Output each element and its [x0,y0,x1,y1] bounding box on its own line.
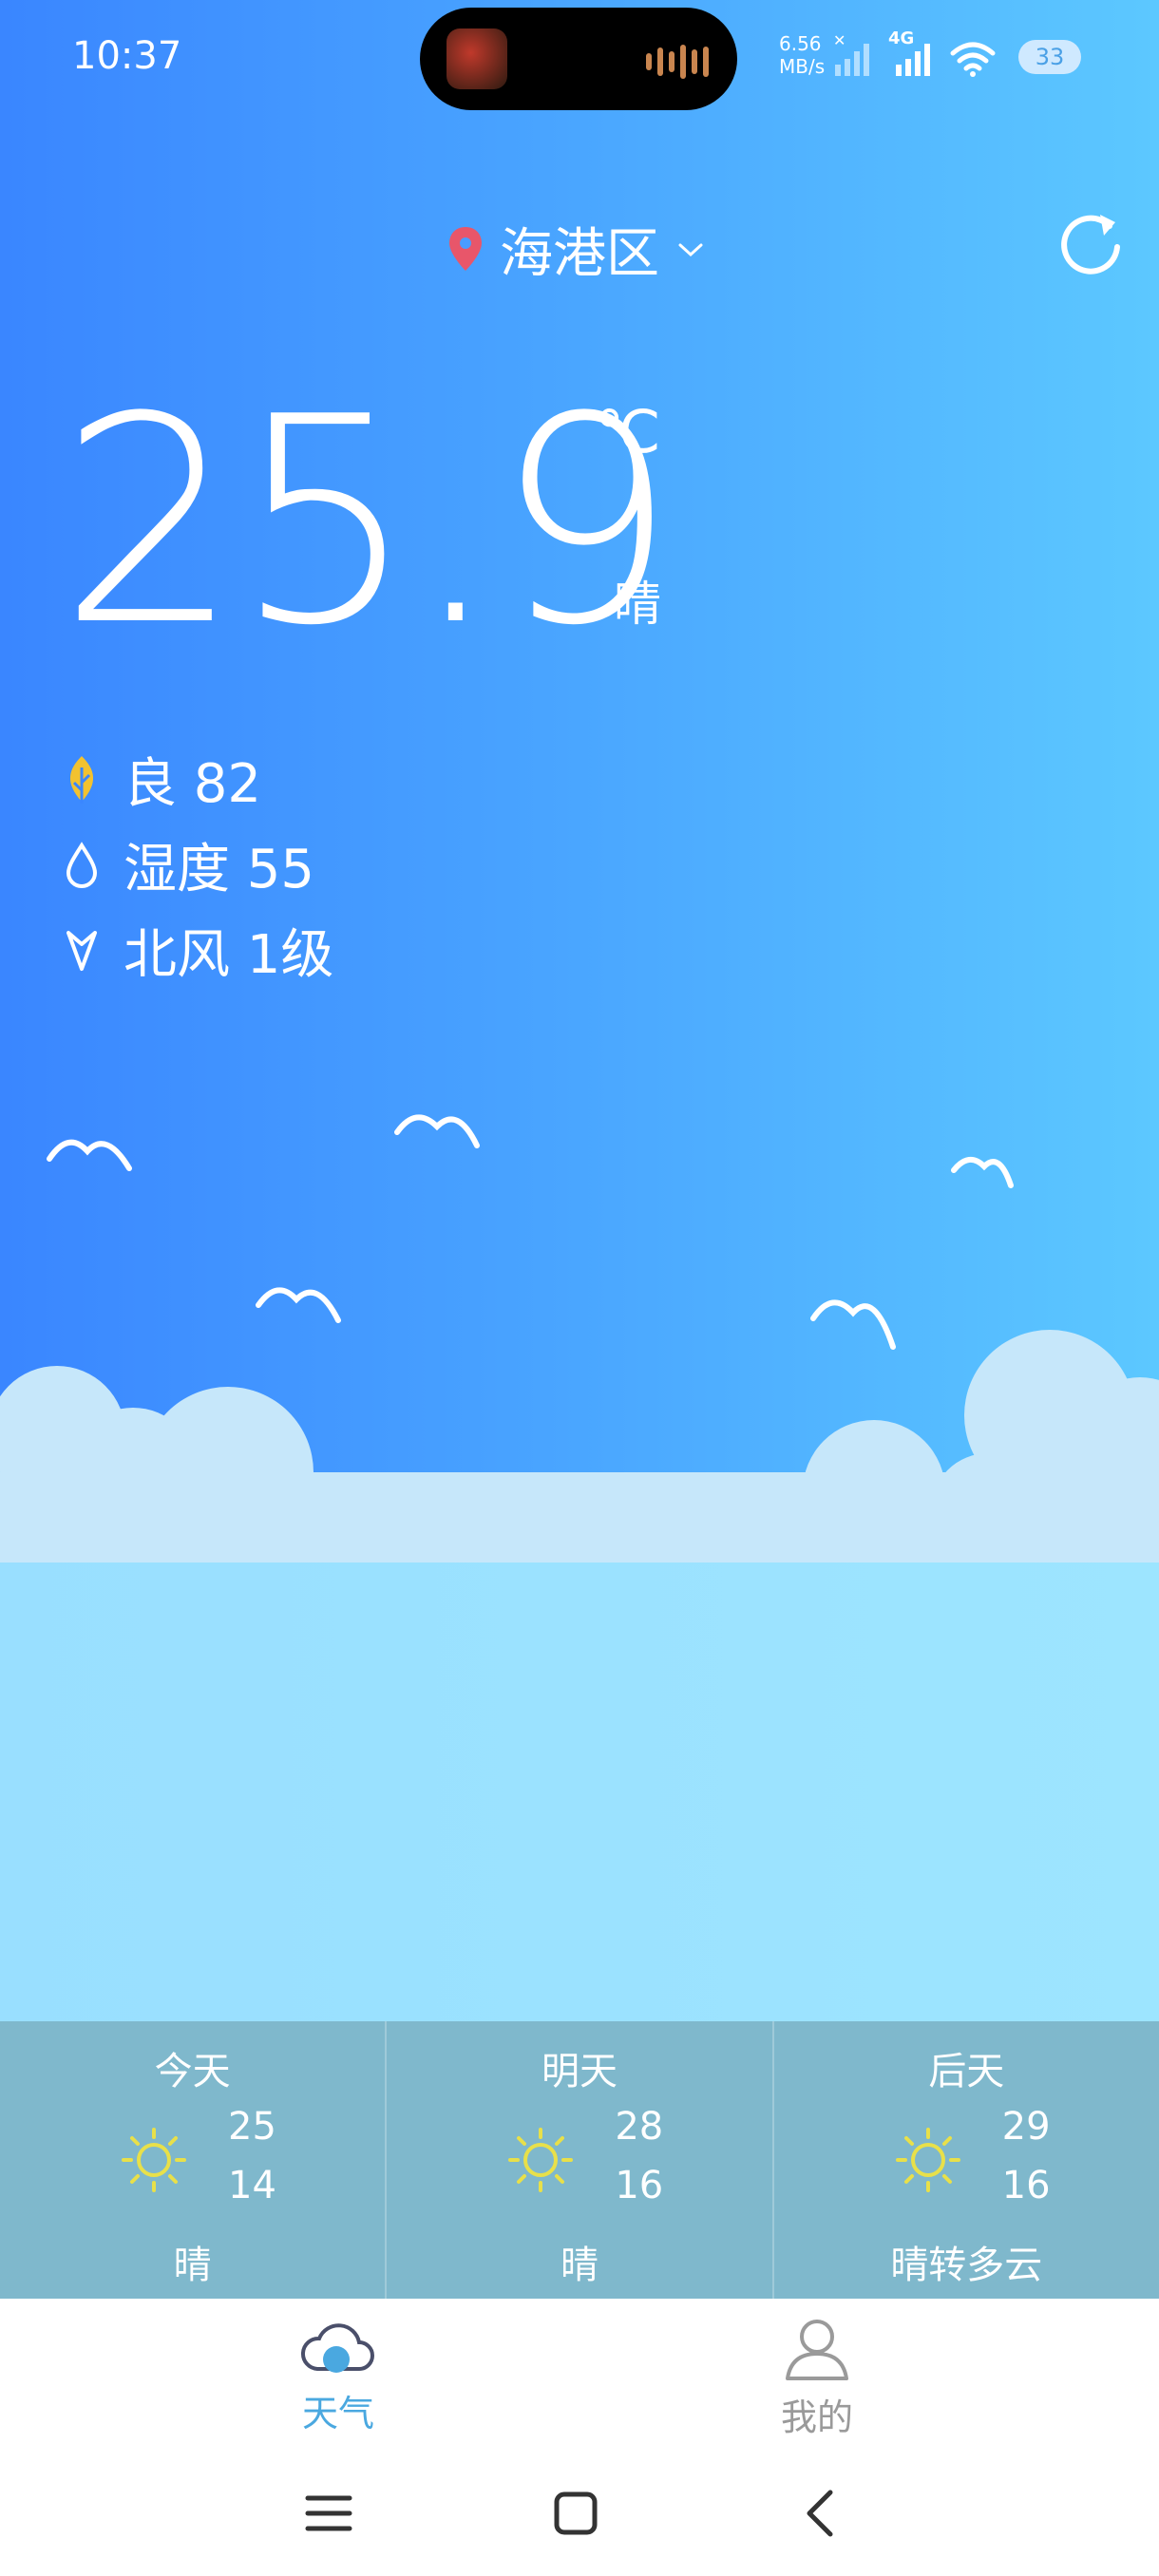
wind-label: 北风 1级 [124,924,334,986]
status-bar: 10:37 6.56 MB/s ✕ 4G 33 [0,0,1159,114]
signal-sim1-icon: ✕ [833,34,869,76]
current-condition: 晴 [614,577,661,632]
forecast-panel: 今天 25 14 晴 明天 28 16 晴 后天 29 16 晴转多云 [0,2021,1159,2299]
music-app-icon [446,28,507,89]
tab-weather[interactable]: 天气 [243,2316,433,2436]
chevron-down-icon [678,243,703,257]
tab-mine[interactable]: 我的 [722,2316,912,2440]
forecast-day[interactable]: 后天 29 16 晴转多云 [771,2021,1159,2299]
temperature-unit: ℃ [595,397,661,466]
dynamic-island[interactable] [420,8,737,110]
wind: 北风 1级 [61,912,333,989]
refresh-icon[interactable] [1054,209,1127,281]
battery-indicator: 33 [1018,40,1081,74]
forecast-low: 16 [1001,2164,1051,2207]
sun-icon [122,2128,186,2192]
forecast-condition: 晴 [173,2244,212,2287]
status-icons: ✕ 4G [831,28,997,78]
water-drop-icon [61,839,103,892]
forecast-high: 25 [228,2105,276,2149]
forecast-day-label: 今天 [154,2050,231,2093]
air-quality: 良 82 [61,741,261,818]
forecast-day-label: 明天 [541,2050,618,2093]
wifi-icon [950,42,996,77]
tab-mine-label: 我的 [780,2396,853,2438]
humidity: 湿度 55 [61,826,314,903]
scenery-illustration [0,1114,1159,1567]
net-speed: 6.56 MB/s [779,32,825,78]
location-name: 海港区 [500,222,659,285]
home-icon[interactable] [547,2485,604,2542]
audio-wave-icon [646,44,709,80]
sea-background [0,1563,1159,2028]
forecast-low: 16 [615,2164,664,2207]
air-quality-label: 良 82 [124,753,262,815]
svg-text:✕: ✕ [833,34,846,49]
net-speed-unit: MB/s [779,55,826,78]
leaf-icon [61,753,103,806]
forecast-low: 14 [228,2164,276,2207]
sun-icon [508,2128,574,2192]
bottom-tab-bar: 天气 我的 [0,2299,1159,2451]
signal-sim2-icon: 4G [888,28,936,78]
menu-icon[interactable] [300,2485,357,2542]
user-icon [786,2320,848,2380]
current-temperature: 25.9 [59,356,676,688]
forecast-day-label: 后天 [928,2050,1005,2093]
humidity-label: 湿度 55 [124,839,315,900]
forecast-condition: 晴 [560,2244,598,2287]
wind-arrow-icon [61,924,103,977]
sun-icon [895,2128,960,2192]
tab-weather-label: 天气 [301,2393,374,2434]
forecast-condition: 晴转多云 [890,2244,1043,2287]
weather-cloud-icon [301,2323,374,2373]
status-time: 10:37 [72,34,182,78]
forecast-high: 29 [1001,2105,1051,2149]
net-speed-value: 6.56 [779,32,822,55]
forecast-day[interactable]: 今天 25 14 晴 [0,2021,385,2299]
forecast-high: 28 [615,2105,664,2149]
system-nav-bar [0,2451,1159,2576]
forecast-day[interactable]: 明天 28 16 晴 [385,2021,771,2299]
location-selector[interactable]: 海港区 [446,211,707,287]
location-pin-icon [449,227,482,271]
back-icon[interactable] [794,2485,851,2542]
